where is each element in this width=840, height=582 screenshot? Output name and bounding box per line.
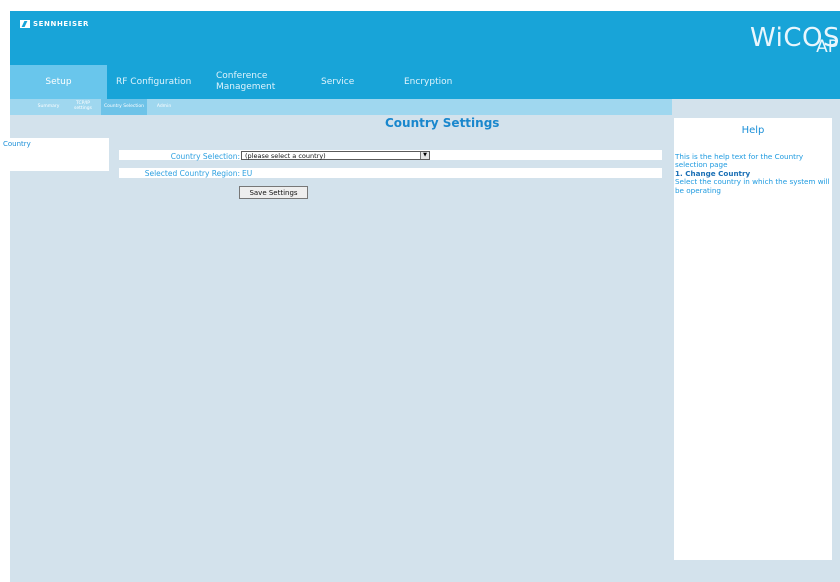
tab-label: Encryption [404, 77, 453, 87]
help-panel: Help This is the help text for the Count… [674, 118, 832, 560]
country-select-value: (please select a country) [245, 152, 326, 160]
save-settings-button[interactable]: Save Settings [239, 186, 308, 199]
help-text: Select the country in which the system w… [675, 177, 830, 195]
subtab-summary[interactable]: Summary [32, 99, 65, 115]
subtab-admin[interactable]: Admin [149, 99, 179, 115]
subtab-label: Summary [37, 103, 60, 109]
subtab-label: Country Selection [103, 103, 145, 109]
product-logo: WiCOS AP [750, 25, 840, 56]
sidebar-item-country[interactable]: Country [3, 140, 31, 148]
selected-region-value: EU [242, 169, 253, 178]
subtab-tcpip-settings[interactable]: TCP/IP settings [68, 99, 98, 115]
help-title: Help [741, 125, 765, 136]
tab-conference-management[interactable]: Conference Management [216, 65, 294, 99]
country-select[interactable]: (please select a country) ▼ [241, 151, 430, 160]
subtab-country-selection[interactable]: Country Selection [101, 99, 147, 115]
help-intro: This is the help text for the Country se… [675, 152, 804, 170]
page-title: Country Settings [385, 116, 500, 130]
sennheiser-logo-icon [20, 20, 30, 28]
logo-text: SENNHEISER [33, 20, 89, 28]
header: SENNHEISER WiCOS AP Setup RF Configurati… [10, 11, 840, 99]
country-selection-label: Country Selection: [170, 152, 240, 161]
tab-setup[interactable]: Setup [10, 65, 107, 99]
tab-label: Conference Management [216, 71, 276, 92]
chevron-down-icon[interactable]: ▼ [420, 152, 429, 159]
tab-rf-configuration[interactable]: RF Configuration [116, 65, 206, 99]
tab-label: Setup [45, 77, 72, 87]
selected-region-label: Selected Country Region: [144, 169, 240, 178]
tab-label: RF Configuration [116, 77, 192, 87]
tab-label: Service [321, 77, 355, 87]
sidebar: Country [3, 138, 109, 171]
sennheiser-logo: SENNHEISER [20, 19, 89, 29]
subtab-label: TCP/IP settings [74, 101, 92, 111]
help-body: This is the help text for the Country se… [675, 152, 831, 195]
tab-encryption[interactable]: Encryption [404, 65, 474, 99]
tab-service[interactable]: Service [321, 65, 371, 99]
subtab-label: Admin [156, 103, 172, 109]
